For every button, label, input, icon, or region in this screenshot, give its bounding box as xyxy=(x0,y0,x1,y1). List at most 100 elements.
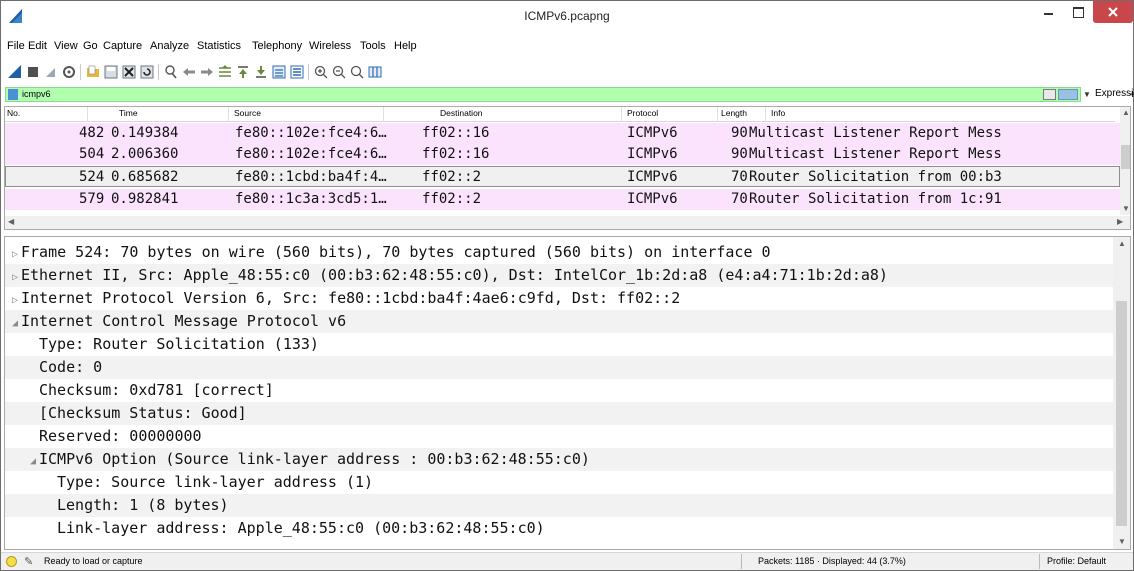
minimize-button[interactable] xyxy=(1035,1,1063,23)
open-file-icon[interactable] xyxy=(85,64,101,80)
colorize-icon[interactable] xyxy=(289,64,305,80)
detail-tree-item[interactable]: ◢ ICMPv6 Option (Source link-layer addres… xyxy=(5,448,1113,471)
menu-wireless[interactable]: Wireless xyxy=(309,40,351,52)
packet-destination: ff02::2 xyxy=(422,169,482,185)
detail-tree-item[interactable]: ▷ Internet Protocol Version 6, Src: fe80:… xyxy=(5,287,1113,310)
menu-edit[interactable]: Edit xyxy=(28,40,47,52)
detail-tree-text: Type: Router Solicitation (133) xyxy=(39,335,319,353)
menu-file[interactable]: File xyxy=(7,40,25,52)
maximize-button[interactable] xyxy=(1064,1,1092,23)
detail-tree-item[interactable]: Code: 0 xyxy=(5,356,1113,379)
detail-tree-item[interactable]: Length: 1 (8 bytes) xyxy=(5,494,1113,517)
scroll-right-icon[interactable]: ▶ xyxy=(1117,217,1123,226)
add-filter-button[interactable]: + xyxy=(1129,87,1134,101)
packet-row[interactable]: 482 0.149384 fe80::102e:fce4:6… ff02::16… xyxy=(5,123,1120,144)
column-header-protocol[interactable]: Protocol xyxy=(627,108,658,118)
detail-tree-item[interactable]: ◢ Internet Control Message Protocol v6 xyxy=(5,310,1113,333)
close-file-icon[interactable] xyxy=(121,64,137,80)
zoom-in-icon[interactable] xyxy=(313,64,329,80)
menu-view[interactable]: View xyxy=(54,40,78,52)
packet-list-horizontal-scrollbar[interactable]: ◀ ▶ xyxy=(5,216,1130,229)
column-header-time[interactable]: Time xyxy=(119,108,138,118)
collapse-arrow-icon[interactable]: ◢ xyxy=(9,318,21,329)
scroll-left-icon[interactable]: ◀ xyxy=(8,217,14,226)
packet-length: 90 xyxy=(731,125,748,141)
close-button[interactable] xyxy=(1093,1,1133,23)
back-icon[interactable] xyxy=(181,64,197,80)
edit-comment-icon[interactable]: ✎ xyxy=(24,555,33,568)
find-icon[interactable] xyxy=(163,64,179,80)
stop-icon[interactable] xyxy=(25,64,41,80)
display-filter-input[interactable]: icmpv6 xyxy=(5,87,1081,102)
scroll-down-icon[interactable]: ▼ xyxy=(1122,204,1130,213)
menu-help[interactable]: Help xyxy=(394,40,417,52)
detail-tree-item[interactable]: ▷ Ethernet II, Src: Apple_48:55:c0 (00:b3… xyxy=(5,264,1113,287)
expand-arrow-icon[interactable]: ▷ xyxy=(9,249,21,260)
packet-row[interactable]: 579 0.982841 fe80::1c3a:3cd5:1… ff02::2 … xyxy=(5,189,1120,210)
packet-destination: ff02::16 xyxy=(422,125,490,141)
resize-columns-icon[interactable] xyxy=(367,64,383,80)
column-header-length[interactable]: Length xyxy=(721,108,747,118)
detail-tree-item[interactable]: Reserved: 00000000 xyxy=(5,425,1113,448)
filter-history-dropdown[interactable]: ▼ xyxy=(1082,87,1092,102)
column-header-info[interactable]: Info xyxy=(771,108,785,118)
scroll-up-icon[interactable]: ▲ xyxy=(1118,239,1126,248)
close-icon xyxy=(1108,7,1118,17)
menu-capture[interactable]: Capture xyxy=(103,40,142,52)
detail-tree-item[interactable]: Checksum: 0xd781 [correct] xyxy=(5,379,1113,402)
packet-source: fe80::102e:fce4:6… xyxy=(235,146,387,162)
packet-time: 0.685682 xyxy=(111,169,179,185)
go-to-icon[interactable] xyxy=(217,64,233,80)
menu-go[interactable]: Go xyxy=(83,40,98,52)
detail-tree-item[interactable]: [Checksum Status: Good] xyxy=(5,402,1113,425)
options-icon[interactable] xyxy=(61,64,77,80)
menu-analyze[interactable]: Analyze xyxy=(150,40,189,52)
scroll-thumb[interactable] xyxy=(1116,301,1127,526)
detail-tree-item[interactable]: Type: Router Solicitation (133) xyxy=(5,333,1113,356)
normal-size-icon[interactable] xyxy=(349,64,365,80)
status-ready-text: Ready to load or capture xyxy=(44,556,143,566)
apply-filter-icon[interactable] xyxy=(1058,89,1078,100)
packet-row[interactable]: 504 2.006360 fe80::102e:fce4:6… ff02::16… xyxy=(5,144,1120,165)
save-icon[interactable] xyxy=(103,64,119,80)
profile-text[interactable]: Profile: Default xyxy=(1047,556,1106,566)
menu-telephony[interactable]: Telephony xyxy=(252,40,302,52)
packet-no: 482 xyxy=(79,125,105,141)
expand-arrow-icon[interactable]: ▷ xyxy=(9,272,21,283)
column-header-source[interactable]: Source xyxy=(234,108,261,118)
detail-tree-item[interactable]: ▷ Frame 524: 70 bytes on wire (560 bits),… xyxy=(5,241,1113,264)
reload-icon[interactable] xyxy=(139,64,155,80)
clear-filter-icon[interactable] xyxy=(1043,89,1056,100)
packet-info: Multicast Listener Report Mess xyxy=(749,146,1002,162)
first-icon[interactable] xyxy=(235,64,251,80)
packet-time: 0.982841 xyxy=(111,191,179,207)
packet-row-selected[interactable]: 524 0.685682 fe80::1cbd:ba4f:4… ff02::2 … xyxy=(5,166,1120,187)
zoom-out-icon[interactable] xyxy=(331,64,347,80)
scroll-down-icon[interactable]: ▼ xyxy=(1118,537,1126,546)
last-icon[interactable] xyxy=(253,64,269,80)
shark-fin-icon[interactable] xyxy=(7,64,23,80)
bookmark-icon[interactable] xyxy=(8,89,18,100)
restart-icon[interactable] xyxy=(43,64,59,80)
detail-tree-text: Reserved: 00000000 xyxy=(39,427,202,445)
forward-icon[interactable] xyxy=(199,64,215,80)
scroll-up-icon[interactable]: ▲ xyxy=(1122,108,1130,117)
autoscroll-icon[interactable] xyxy=(271,64,287,80)
collapse-arrow-icon[interactable]: ◢ xyxy=(27,456,39,467)
packet-list-vertical-scrollbar[interactable]: ▲ ▼ xyxy=(1120,107,1130,215)
column-header-no[interactable]: No. xyxy=(7,108,20,118)
title-bar: ICMPv6.pcapng xyxy=(1,1,1133,31)
menu-tools[interactable]: Tools xyxy=(360,40,386,52)
details-vertical-scrollbar[interactable]: ▲ ▼ xyxy=(1113,237,1130,549)
scroll-thumb[interactable] xyxy=(1121,145,1130,169)
packet-no: 579 xyxy=(79,191,105,207)
column-header-destination[interactable]: Destination xyxy=(440,108,483,118)
detail-tree-item[interactable]: Link-layer address: Apple_48:55:c0 (00:b… xyxy=(5,517,1113,540)
detail-tree-text: Internet Control Message Protocol v6 xyxy=(21,312,347,330)
detail-tree-item[interactable]: Type: Source link-layer address (1) xyxy=(5,471,1113,494)
expand-arrow-icon[interactable]: ▷ xyxy=(9,295,21,306)
expert-info-icon[interactable] xyxy=(6,556,17,567)
window-title: ICMPv6.pcapng xyxy=(524,9,610,23)
menu-statistics[interactable]: Statistics xyxy=(197,40,241,52)
packet-length: 70 xyxy=(731,169,748,185)
